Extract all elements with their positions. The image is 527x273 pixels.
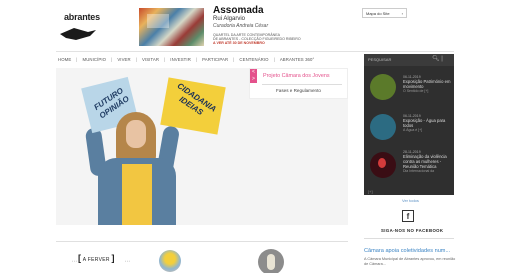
sidebar-divider [364, 238, 454, 239]
main-nav: HOME | MUNICÍPIO | VIVER | VISITAR | INV… [58, 57, 314, 65]
nav-item-visitar[interactable]: VISITAR [142, 57, 159, 65]
news-panel-more[interactable]: [+] [368, 189, 373, 194]
nav-item-viver[interactable]: VIVER [117, 57, 130, 65]
bracket-icon: ] [111, 253, 115, 263]
exhibition-dates: A VER ATÉ 30 DE NOVEMBRO [213, 41, 265, 45]
news-title[interactable]: Exposição Património em movimento [403, 79, 451, 89]
hero-figure-face [126, 120, 146, 148]
search-label[interactable]: PESQUISAR [368, 57, 391, 62]
section-heading: [ A FERVER ] [78, 253, 115, 263]
logo-text: abrantes [64, 12, 100, 22]
news-meta: Dia Internacional da [403, 169, 435, 173]
project-divider [262, 84, 342, 85]
nav-separator: | [195, 57, 198, 62]
sidebar-news-description: A Câmara Municipal de Abrantes aprovou, … [364, 257, 456, 266]
hero-sign-right: CIDADANIA IDEIAS [160, 77, 226, 135]
nav-item-centenario[interactable]: CENTENÁRIO [239, 57, 268, 65]
hero-sign-right-text: CIDADANIA IDEIAS [175, 81, 218, 117]
bracket-icon: [ [78, 253, 82, 263]
content-divider [56, 241, 348, 242]
news-item[interactable]: 28-11-2019 Eliminação da violência contr… [403, 150, 451, 173]
news-title[interactable]: Eliminação da violência contra as mulher… [403, 154, 451, 169]
dots-decoration: • • • [72, 259, 77, 263]
featured-thumbnail[interactable] [258, 249, 284, 273]
facebook-follow-text[interactable]: SIGA-NOS NO FACEBOOK [381, 228, 443, 233]
exhibition-artist: Rui Algarvio [213, 16, 246, 22]
header-divider [56, 51, 454, 52]
hero-figure-shirt [122, 164, 152, 225]
news-thumbnail[interactable] [370, 152, 396, 178]
see-all-link[interactable]: Ver todos [402, 198, 419, 203]
nav-item-municipio[interactable]: MUNICÍPIO [83, 57, 107, 65]
news-thumbnail[interactable] [370, 74, 396, 100]
project-link[interactable]: Fases e Regulamento [276, 88, 321, 93]
project-title[interactable]: Projeto Câmara dos Jovens [263, 73, 330, 79]
sidebar-news-title[interactable]: Câmara apoia coletividades num... [364, 248, 450, 254]
news-item[interactable]: 06-11-2019 Exposição - Água para todos A… [403, 114, 451, 132]
news-title[interactable]: Exposição - Água para todos [403, 118, 451, 128]
nav-separator: | [233, 57, 235, 62]
search-icon[interactable]: 🔍︎ | [432, 55, 443, 62]
news-meta: O Sentido de [+] [403, 89, 429, 93]
abrantes-logo[interactable]: abrantes [56, 12, 122, 48]
featured-thumbnail[interactable] [159, 250, 181, 272]
nav-separator: | [76, 57, 78, 62]
section-label: A FERVER [82, 257, 110, 263]
nav-item-abrantes-360[interactable]: ABRANTES 360° [280, 57, 315, 65]
chevron-right-icon: › [401, 11, 403, 16]
news-item[interactable]: 06-11-2019 Exposição Património em movim… [403, 75, 451, 93]
facebook-icon[interactable]: f [402, 210, 414, 222]
nav-separator: | [273, 57, 275, 62]
exhibition-banner-image[interactable] [139, 8, 204, 46]
logo-mark-icon [60, 28, 96, 40]
nav-item-investir[interactable]: INVESTIR [170, 57, 191, 65]
nav-separator: | [135, 57, 137, 62]
sitemap-label: Mapa do Site [366, 11, 390, 16]
exhibition-title[interactable]: Assomada [213, 5, 264, 16]
nav-item-participar[interactable]: PARTICIPAR [202, 57, 228, 65]
news-thumbnail[interactable] [370, 114, 396, 140]
nav-separator: | [111, 57, 113, 62]
project-badge-icon: < > [250, 69, 257, 83]
exhibition-curator: Curadoria Andreia César [213, 23, 269, 29]
sitemap-select[interactable]: Mapa do Site › [362, 8, 407, 18]
news-meta: A Água é [+] [403, 128, 423, 132]
nav-item-home[interactable]: HOME [58, 57, 71, 65]
dots-decoration: • • • [125, 259, 130, 263]
nav-separator: | [164, 57, 166, 62]
